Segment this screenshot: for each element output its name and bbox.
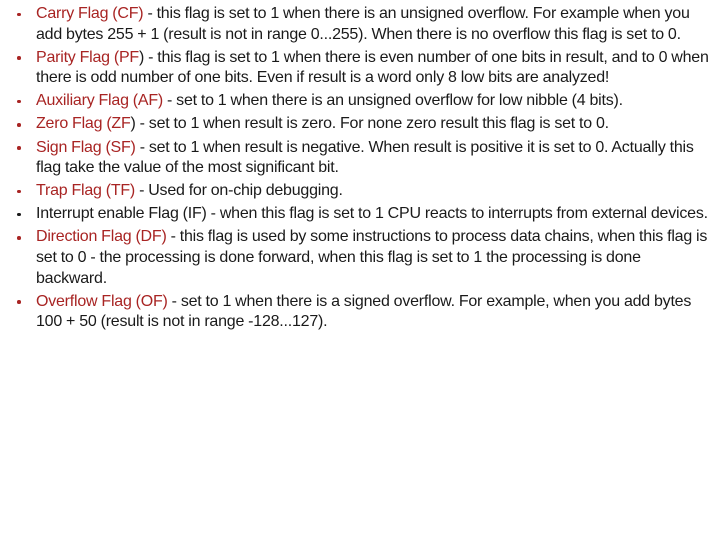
bullet-dot-icon bbox=[17, 146, 21, 150]
flag-description-trap-flag: - Used for on-chip debugging. bbox=[135, 182, 343, 200]
list-item-trap-flag: Trap Flag (TF) - Used for on-chip debugg… bbox=[0, 181, 714, 202]
flag-name-interrupt-enable-flag: Interrupt enable Flag (IF) bbox=[36, 205, 207, 223]
bullet-dot-icon bbox=[17, 235, 21, 240]
bullet-dot-icon bbox=[17, 122, 21, 127]
bullet-dot-icon bbox=[17, 189, 21, 194]
list-item-carry-flag: Carry Flag (CF) - this flag is set to 1 … bbox=[0, 4, 714, 45]
flag-name-zero-flag: Zero Flag (ZF bbox=[36, 115, 131, 133]
flag-name-trap-flag: Trap Flag (TF) bbox=[36, 182, 136, 200]
flag-description-zero-flag: - set to 1 when result is zero. For none… bbox=[135, 115, 609, 133]
list-item-parity-flag: Parity Flag (PF) - this flag is set to 1… bbox=[0, 48, 714, 89]
bullet-dot-icon bbox=[17, 300, 21, 304]
flag-name-auxiliary-flag: Auxiliary Flag (AF) bbox=[36, 92, 163, 110]
slide-canvas: Carry Flag (CF) - this flag is set to 1 … bbox=[0, 0, 720, 540]
bullet-dot-icon bbox=[17, 99, 21, 104]
flag-name-sign-flag: Sign Flag (SF) bbox=[36, 138, 136, 156]
bullet-dot-icon bbox=[17, 56, 21, 60]
flag-description-auxiliary-flag: - set to 1 when there is an unsigned ove… bbox=[163, 92, 623, 110]
bullet-dot-icon bbox=[17, 212, 21, 217]
bullet-dot-icon bbox=[17, 12, 21, 17]
flag-name-overflow-flag: Overflow Flag (OF) bbox=[36, 292, 168, 310]
flag-name-direction-flag: Direction Flag (DF) bbox=[36, 228, 167, 246]
list-item-direction-flag: Direction Flag (DF) - this flag is used … bbox=[0, 227, 714, 289]
list-item-zero-flag: Zero Flag (ZF) - set to 1 when result is… bbox=[0, 114, 714, 135]
list-item-overflow-flag: Overflow Flag (OF) - set to 1 when there… bbox=[0, 292, 714, 333]
flag-name-carry-flag: Carry Flag (CF) bbox=[36, 5, 144, 22]
list-item-interrupt-enable-flag: Interrupt enable Flag (IF) - when this f… bbox=[0, 204, 714, 225]
list-item-auxiliary-flag: Auxiliary Flag (AF) - set to 1 when ther… bbox=[0, 91, 714, 112]
flag-name-parity-flag: Parity Flag (PF bbox=[36, 48, 139, 66]
list-item-sign-flag: Sign Flag (SF) - set to 1 when result is… bbox=[0, 138, 714, 179]
cpu-flags-bullet-list: Carry Flag (CF) - this flag is set to 1 … bbox=[0, 4, 714, 333]
flag-description-interrupt-enable-flag: - when this flag is set to 1 CPU reacts … bbox=[206, 205, 708, 223]
